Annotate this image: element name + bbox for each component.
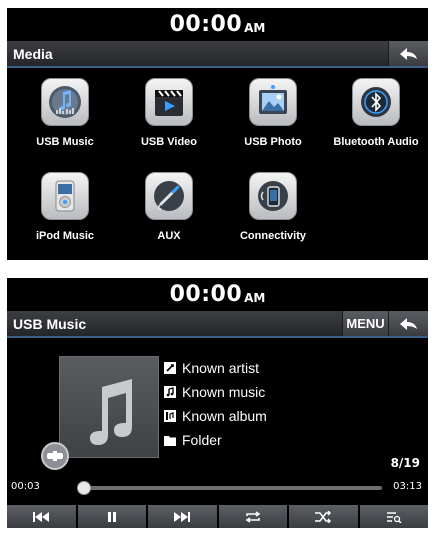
source-badge [41, 442, 69, 470]
page-title: USB Music [13, 315, 87, 332]
previous-icon [33, 511, 50, 522]
folder-icon [164, 434, 176, 446]
shuffle-icon [315, 510, 332, 523]
clock-ampm: AM [244, 291, 266, 305]
usb-music-badge-icon [47, 451, 63, 461]
usb-video-icon [145, 78, 193, 126]
seek-track[interactable] [76, 481, 382, 495]
bluetooth-audio-icon [352, 78, 400, 126]
folder-row: Folder [164, 432, 222, 448]
list-search-button[interactable] [359, 505, 428, 528]
usb-video-tile[interactable]: USB Video [117, 70, 221, 155]
media-grid: USB Music USB Video USB Photo Bluetooth … [7, 68, 428, 258]
back-button[interactable] [388, 41, 428, 66]
pause-button[interactable] [77, 505, 146, 528]
title-bar: USB Music MENU [7, 311, 428, 338]
usb-music-icon [41, 78, 89, 126]
seek-knob[interactable] [76, 481, 91, 495]
clock-time: 00:00 [169, 282, 243, 307]
tile-label: USB Video [140, 136, 198, 148]
page-title: Media [13, 45, 53, 62]
now-playing-panel: Known artist Known music Known album Fol… [7, 338, 428, 477]
menu-button[interactable]: MENU [342, 311, 388, 336]
clock: 00:00 AM [7, 278, 428, 311]
pause-icon [107, 511, 116, 522]
album-icon [164, 410, 176, 422]
album-text: Known album [182, 408, 267, 424]
ipod-music-icon [41, 172, 89, 220]
back-arrow-icon [399, 317, 417, 330]
folder-text: Folder [182, 432, 222, 448]
media-screen: 00:00 AM Media USB Music USB Video USB P… [7, 8, 428, 260]
title-bar: Media [7, 41, 428, 68]
tile-label: USB Photo [244, 136, 302, 148]
track-count: 8/19 [390, 456, 420, 470]
album-art [59, 356, 159, 458]
repeat-icon [245, 510, 261, 523]
elapsed-time: 00:03 [11, 481, 40, 492]
music-text: Known music [182, 384, 266, 400]
ipod-music-tile[interactable]: iPod Music [13, 164, 117, 249]
next-icon [174, 511, 191, 522]
back-button[interactable] [388, 311, 428, 336]
aux-icon [145, 172, 193, 220]
album-row: Known album [164, 408, 267, 424]
back-arrow-icon [399, 47, 417, 60]
tile-label: iPod Music [35, 230, 95, 242]
artist-row: Known artist [164, 360, 259, 376]
clock-ampm: AM [244, 21, 266, 35]
music-row: Known music [164, 384, 265, 400]
connectivity-icon [249, 172, 297, 220]
repeat-button[interactable] [218, 505, 287, 528]
artist-icon [164, 362, 176, 374]
clock-time: 00:00 [169, 12, 243, 37]
tile-label: AUX [157, 230, 181, 242]
usb-photo-tile[interactable]: USB Photo [221, 70, 325, 155]
connectivity-tile[interactable]: Connectivity [221, 164, 325, 249]
playback-controls [7, 505, 428, 528]
total-time: 03:13 [393, 481, 422, 492]
usb-music-tile[interactable]: USB Music [13, 70, 117, 155]
usb-music-screen: 00:00 AM USB Music MENU Known artist Kno… [7, 278, 428, 528]
aux-tile[interactable]: AUX [117, 164, 221, 249]
list-search-icon [386, 511, 402, 523]
progress-bar: 00:03 03:13 [7, 477, 428, 500]
music-note-icon [90, 379, 132, 445]
artist-text: Known artist [182, 360, 260, 376]
next-button[interactable] [148, 505, 217, 528]
bluetooth-audio-tile[interactable]: Bluetooth Audio [324, 70, 428, 155]
shuffle-button[interactable] [289, 505, 358, 528]
tile-label: Connectivity [239, 230, 306, 242]
usb-photo-icon [249, 78, 297, 126]
tile-label: Bluetooth Audio [333, 136, 419, 148]
clock: 00:00 AM [7, 8, 428, 41]
music-icon [164, 386, 176, 398]
tile-label: USB Music [36, 136, 94, 148]
previous-button[interactable] [7, 505, 76, 528]
